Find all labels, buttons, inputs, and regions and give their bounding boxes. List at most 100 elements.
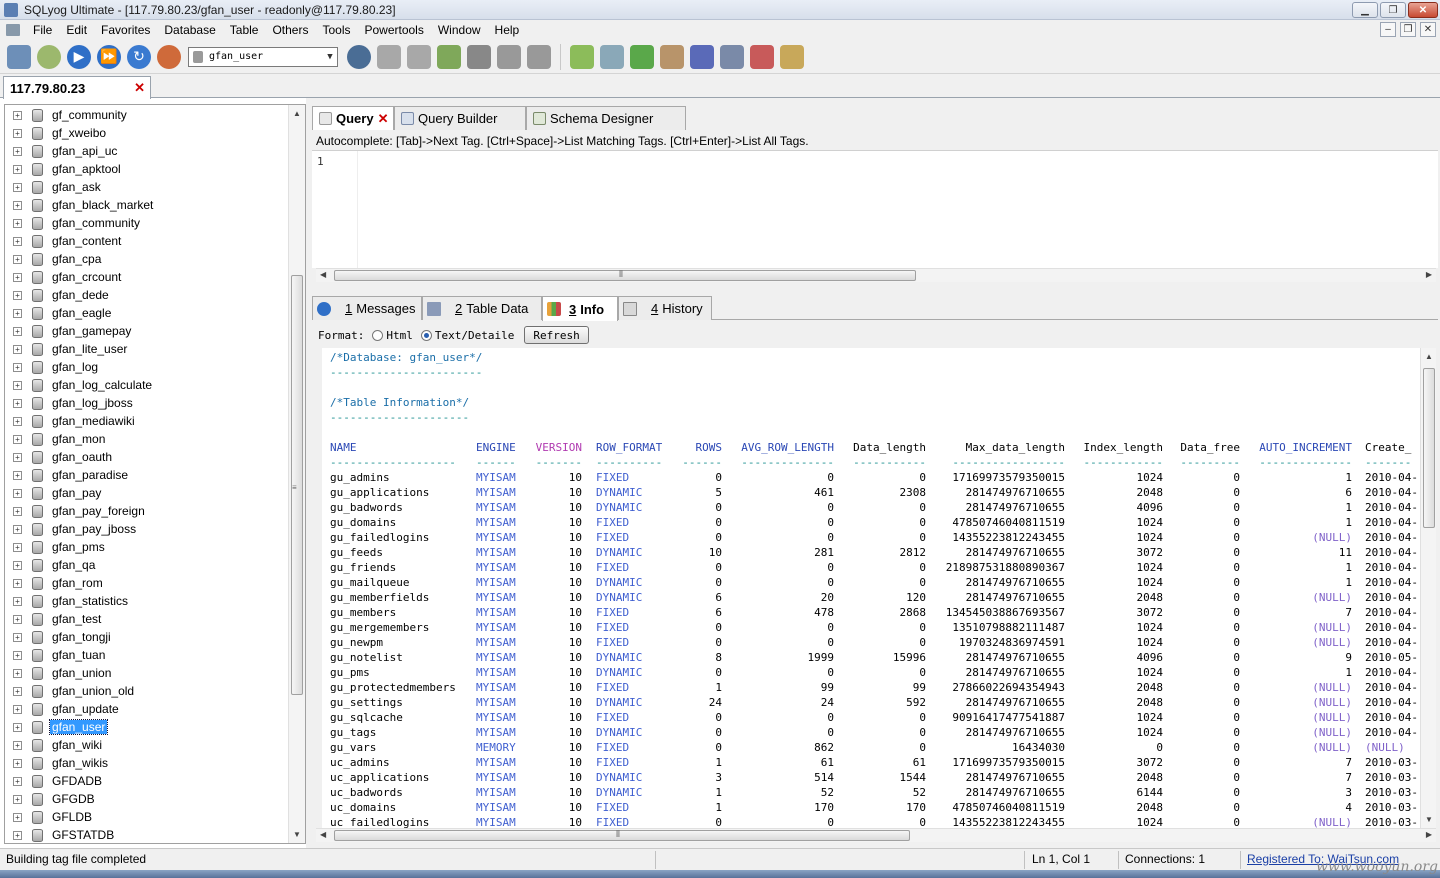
tree-item-database[interactable]: + gfan_api_uc — [5, 142, 119, 160]
format-text-radio[interactable] — [420, 329, 432, 341]
tree-item-database[interactable]: + gfan_log — [5, 358, 100, 376]
tree-item-database[interactable]: + gfan_pay — [5, 484, 103, 502]
tree-item-database[interactable]: + gf_xweibo — [5, 124, 108, 142]
scroll-down-arrow-icon[interactable]: ▼ — [1425, 815, 1433, 824]
scroll-left-arrow-icon[interactable]: ◀ — [320, 830, 326, 839]
tree-item-database[interactable]: + gfan_union — [5, 664, 113, 682]
tree-item-database[interactable]: + gfan_ask — [5, 178, 103, 196]
table-view-icon[interactable] — [497, 44, 521, 69]
object-browser-scrollbar[interactable]: ▲ ≡ ▼ — [288, 105, 305, 843]
expand-plus-icon[interactable]: + — [13, 650, 22, 660]
scrollbar-thumb[interactable] — [1423, 368, 1435, 528]
expand-plus-icon[interactable]: + — [13, 740, 22, 750]
scroll-left-arrow-icon[interactable]: ◀ — [320, 270, 326, 279]
expand-plus-icon[interactable]: + — [13, 578, 22, 588]
create-table-icon[interactable] — [407, 44, 431, 69]
tree-item-database[interactable]: + gfan_content — [5, 232, 123, 250]
schema-icon[interactable] — [527, 44, 551, 69]
tree-item-database[interactable]: + GFGDB — [5, 790, 97, 808]
expand-plus-icon[interactable]: + — [13, 632, 22, 642]
menu-tools[interactable]: Tools — [315, 23, 357, 37]
editor-horizontal-scrollbar[interactable]: ◀ ⦀ ▶ — [316, 268, 1436, 282]
tab-schema-designer[interactable]: Schema Designer — [526, 106, 686, 130]
tab-messages[interactable]: 1 Messages — [312, 296, 422, 320]
tree-item-database[interactable]: + gfan_pay_foreign — [5, 502, 147, 520]
expand-plus-icon[interactable]: + — [13, 758, 22, 768]
expand-plus-icon[interactable]: + — [13, 344, 22, 354]
expand-plus-icon[interactable]: + — [13, 164, 22, 174]
expand-plus-icon[interactable]: + — [13, 524, 22, 534]
expand-plus-icon[interactable]: + — [13, 236, 22, 246]
tree-item-database[interactable]: + gfan_tongji — [5, 628, 113, 646]
tree-item-database[interactable]: + gfan_qa — [5, 556, 97, 574]
query-profiler-icon[interactable] — [720, 44, 744, 69]
import-icon[interactable] — [157, 44, 181, 69]
data-sync-icon[interactable] — [600, 44, 624, 69]
tree-item-database[interactable]: + gfan_crcount — [5, 268, 123, 286]
tree-item-database[interactable]: + gfan_paradise — [5, 466, 130, 484]
expand-plus-icon[interactable]: + — [13, 290, 22, 300]
tree-item-database[interactable]: + gfan_test — [5, 610, 103, 628]
tree-item-database[interactable]: + gfan_eagle — [5, 304, 113, 322]
tree-item-database[interactable]: + gfan_gamepay — [5, 322, 133, 340]
expand-plus-icon[interactable]: + — [13, 146, 22, 156]
expand-plus-icon[interactable]: + — [13, 362, 22, 372]
expand-plus-icon[interactable]: + — [13, 380, 22, 390]
menu-help[interactable]: Help — [488, 23, 527, 37]
scroll-down-arrow-icon[interactable]: ▼ — [293, 830, 301, 839]
query-editor[interactable]: 1 — [312, 150, 1438, 268]
connect-icon[interactable] — [7, 44, 31, 69]
expand-plus-icon[interactable]: + — [13, 776, 22, 786]
tree-item-database[interactable]: + gfan_rom — [5, 574, 105, 592]
expand-plus-icon[interactable]: + — [13, 668, 22, 678]
backup-icon[interactable] — [437, 44, 461, 69]
scrollbar-thumb[interactable] — [334, 270, 916, 281]
menu-favorites[interactable]: Favorites — [94, 23, 157, 37]
expand-plus-icon[interactable]: + — [13, 506, 22, 516]
menu-edit[interactable]: Edit — [59, 23, 94, 37]
scrollbar-thumb[interactable] — [334, 830, 910, 841]
document-menu-icon[interactable] — [6, 24, 20, 36]
connection-tab[interactable]: 117.79.80.23 ✕ — [3, 76, 151, 99]
close-button[interactable]: ✕ — [1408, 2, 1438, 18]
mdi-minimize-button[interactable]: – — [1380, 22, 1396, 37]
expand-plus-icon[interactable]: + — [13, 218, 22, 228]
expand-plus-icon[interactable]: + — [13, 398, 22, 408]
tree-item-database[interactable]: + gfan_community — [5, 214, 142, 232]
expand-plus-icon[interactable]: + — [13, 560, 22, 570]
expand-plus-icon[interactable]: + — [13, 434, 22, 444]
designer-icon[interactable] — [750, 44, 774, 69]
menu-window[interactable]: Window — [431, 23, 488, 37]
notifications-icon[interactable] — [690, 44, 714, 69]
mdi-restore-button[interactable]: ❐ — [1400, 22, 1416, 37]
tree-item-database[interactable]: + gfan_update — [5, 700, 121, 718]
info-vertical-scrollbar[interactable]: ▲ ▼ — [1420, 348, 1436, 828]
export-icon[interactable] — [467, 44, 491, 69]
expand-plus-icon[interactable]: + — [13, 128, 22, 138]
create-db-icon[interactable] — [377, 44, 401, 69]
menu-others[interactable]: Others — [265, 23, 315, 37]
tab-query-builder[interactable]: Query Builder — [394, 106, 526, 130]
tree-item-database[interactable]: + gfan_lite_user — [5, 340, 129, 358]
expand-plus-icon[interactable]: + — [13, 452, 22, 462]
tab-table-data[interactable]: 2 Table Data — [422, 296, 542, 320]
tree-item-database[interactable]: + gfan_oauth — [5, 448, 114, 466]
expand-plus-icon[interactable]: + — [13, 326, 22, 336]
tree-item-database[interactable]: + gfan_statistics — [5, 592, 130, 610]
tree-item-database[interactable]: + gfan_black_market — [5, 196, 155, 214]
refresh-icon[interactable]: ↻ — [127, 44, 151, 69]
tree-item-database[interactable]: + gfan_mediawiki — [5, 412, 137, 430]
expand-plus-icon[interactable]: + — [13, 686, 22, 696]
tree-item-database[interactable]: + gfan_log_calculate — [5, 376, 154, 394]
minimize-button[interactable]: ▁ — [1352, 2, 1378, 18]
expand-plus-icon[interactable]: + — [13, 416, 22, 426]
close-icon[interactable]: ✕ — [378, 111, 389, 127]
expand-plus-icon[interactable]: + — [13, 254, 22, 264]
scroll-right-arrow-icon[interactable]: ▶ — [1426, 830, 1432, 839]
tree-item-database[interactable]: + GFSTATDB — [5, 826, 116, 843]
menu-database[interactable]: Database — [157, 23, 222, 37]
close-icon[interactable]: ✕ — [134, 80, 145, 96]
tree-item-database[interactable]: + gfan_tuan — [5, 646, 107, 664]
maximize-button[interactable]: ❐ — [1380, 2, 1406, 18]
tree-item-database[interactable]: + gfan_wiki — [5, 736, 104, 754]
